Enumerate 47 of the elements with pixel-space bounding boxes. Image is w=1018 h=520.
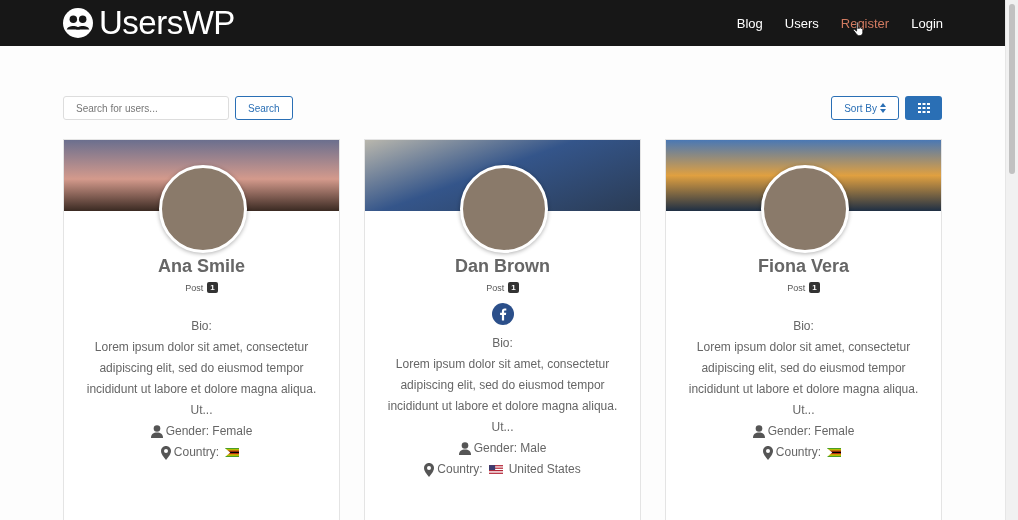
grid-view-button[interactable] <box>905 96 942 120</box>
avatar-placeholder[interactable] <box>159 165 247 253</box>
bio-label: Bio: <box>793 318 814 335</box>
sort-by-button[interactable]: Sort By <box>831 96 899 120</box>
post-count-badge: 1 <box>809 282 820 293</box>
nav-link[interactable]: Blog <box>736 15 763 31</box>
avatar-placeholder[interactable] <box>761 165 849 253</box>
sort-arrows-icon <box>880 103 886 113</box>
nav-link[interactable]: Login <box>911 15 943 31</box>
bio-text: Lorem ipsum dolor sit amet, consectetur adipiscing elit, sed do eiusmod tempor incididunt ut labore et dolore magna aliqua. Ut... <box>687 339 920 419</box>
nav-link[interactable]: Register <box>840 15 890 31</box>
country-name: United States <box>508 461 581 478</box>
scrollbar[interactable] <box>1005 0 1018 520</box>
user-icon <box>150 425 163 438</box>
stars-and-stripes-flag-icon <box>488 465 503 474</box>
country-label: Country: <box>437 461 483 478</box>
search-field[interactable]: Search for users... <box>63 96 229 120</box>
country-label: Country: <box>173 444 220 461</box>
map-pin-icon <box>424 462 435 477</box>
site-logo-text[interactable]: UsersWP <box>99 4 235 42</box>
facebook-icon[interactable] <box>491 303 514 325</box>
striped-flag-icon <box>225 448 240 457</box>
nav-link[interactable]: Users <box>784 15 819 31</box>
map-pin-icon <box>762 445 773 460</box>
bio-text: Lorem ipsum dolor sit amet, consectetur adipiscing elit, sed do eiusmod tempor incididunt ut labore et dolore magna aliqua. Ut... <box>85 339 318 419</box>
post-count-badge: 1 <box>508 282 519 293</box>
user-name-link[interactable]: Ana Smile <box>158 256 245 277</box>
user-name-link[interactable]: Fiona Vera <box>757 256 849 277</box>
bio-text: Lorem ipsum dolor sit amet, consectetur adipiscing elit, sed do eiusmod tempor incididunt ut labore et dolore magna aliqua. Ut... <box>386 356 619 436</box>
post-count-badge: 1 <box>207 282 218 293</box>
post-label: Post <box>486 282 505 293</box>
country-label: Country: <box>775 444 822 461</box>
search-button[interactable]: Search <box>235 96 293 120</box>
bio-label: Bio: <box>191 318 212 335</box>
gender-text: Gender: Male <box>473 440 547 457</box>
bio-label: Bio: <box>492 335 513 352</box>
user-icon <box>458 442 471 455</box>
gender-text: Gender: Female <box>165 423 253 440</box>
user-icon <box>752 425 765 438</box>
user-name-link[interactable]: Dan Brown <box>455 256 550 277</box>
striped-flag-icon <box>827 448 842 457</box>
avatar-placeholder[interactable] <box>460 165 548 253</box>
post-label: Post <box>185 282 204 293</box>
post-label: Post <box>787 282 806 293</box>
grid-icon <box>917 103 930 113</box>
gender-text: Gender: Female <box>767 423 855 440</box>
map-pin-icon <box>160 445 171 460</box>
